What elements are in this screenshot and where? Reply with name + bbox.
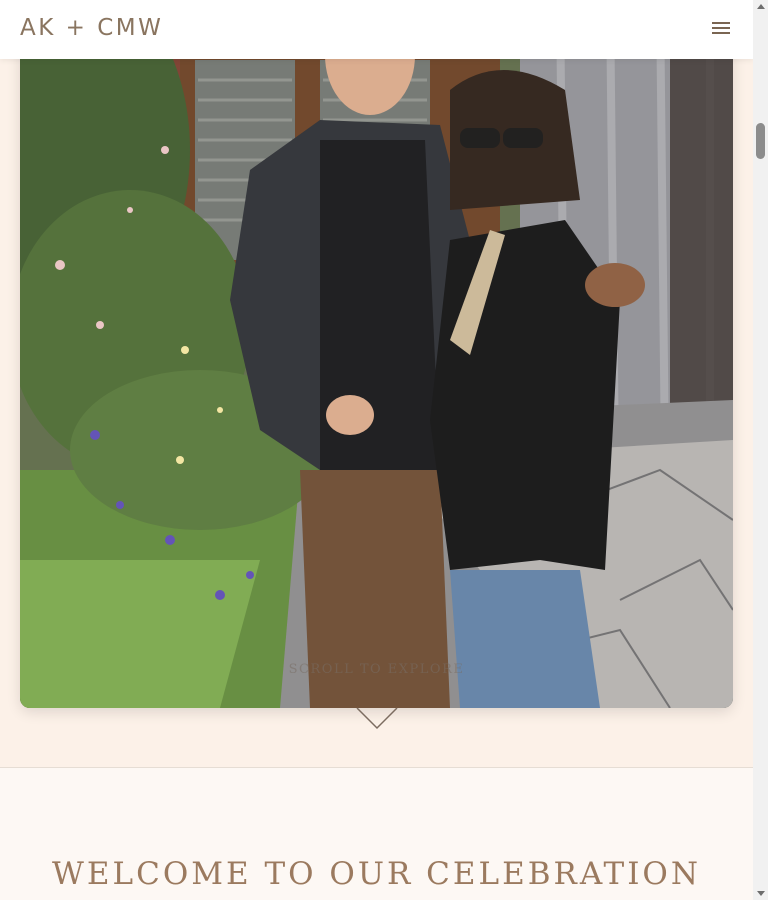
scrollbar-thumb[interactable] <box>756 123 765 159</box>
welcome-title: WELCOME TO OUR CELEBRATION <box>52 856 701 892</box>
scroll-up-arrow-icon[interactable] <box>757 4 765 9</box>
hamburger-menu-icon[interactable] <box>708 18 734 42</box>
chevron-down-icon[interactable] <box>355 700 399 730</box>
menu-bar <box>712 22 730 24</box>
scroll-down-arrow-icon[interactable] <box>757 891 765 896</box>
vertical-scrollbar[interactable] <box>753 0 768 900</box>
brand-logo[interactable]: AK + CMW <box>20 15 163 41</box>
site-header: AK + CMW <box>0 0 753 59</box>
menu-bar <box>712 32 730 34</box>
scroll-to-explore-label: SCROLL TO EXPLORE <box>288 662 465 677</box>
hero-section: SCROLL TO EXPLORE <box>0 0 753 768</box>
page: SCROLL TO EXPLORE WELCOME TO OUR CELEBRA… <box>0 0 753 900</box>
menu-bar <box>712 27 730 29</box>
couple-photo <box>20 0 733 708</box>
